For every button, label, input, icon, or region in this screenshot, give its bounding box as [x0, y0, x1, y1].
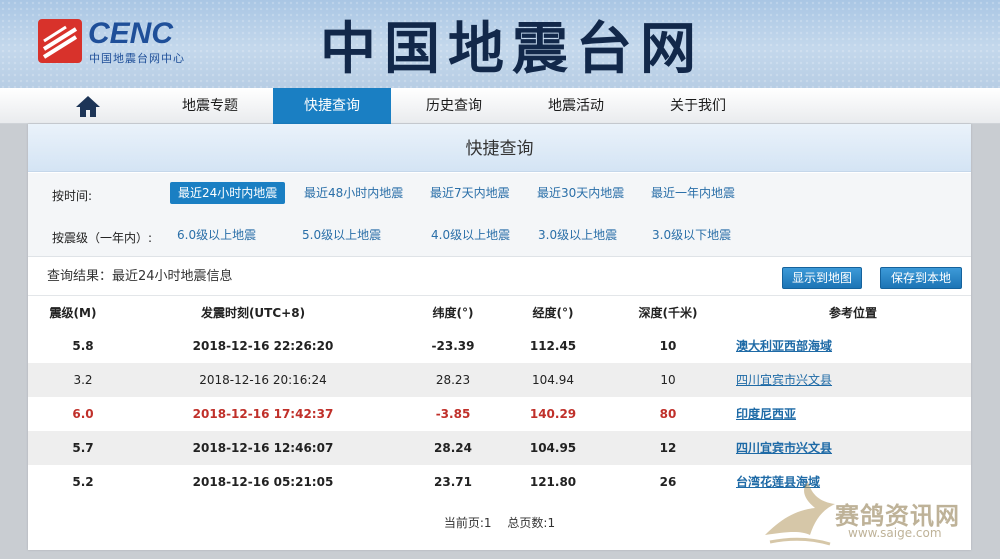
- col-header-magnitude: 震级(M): [49, 306, 97, 320]
- home-icon[interactable]: [74, 94, 102, 118]
- panel-title-bar: 快捷查询: [28, 124, 971, 172]
- cell-magnitude: 5.7: [72, 441, 94, 455]
- cell-depth: 10: [659, 339, 677, 353]
- cell-location-link[interactable]: 四川宜宾市兴文县: [736, 363, 936, 397]
- nav-item-about-us[interactable]: 关于我们: [639, 88, 757, 124]
- col-header-location: 参考位置: [828, 306, 877, 320]
- site-header: CENC 中国地震台网中心 中国地震台网: [0, 0, 1000, 88]
- col-header-depth: 深度(千米): [638, 306, 698, 320]
- cenc-logo-icon: [38, 19, 82, 63]
- pigeon-watermark-icon: [765, 482, 835, 546]
- table-row: 6.0 2018-12-16 17:42:37 -3.85 140.29 80 …: [28, 397, 971, 431]
- cell-magnitude: 3.2: [73, 373, 93, 387]
- cell-time: 2018-12-16 05:21:05: [192, 475, 334, 489]
- site-title: 中国地震台网: [320, 16, 704, 82]
- cell-latitude: 23.71: [434, 475, 472, 489]
- col-header-time: 发震时刻(UTC+8): [200, 306, 306, 320]
- cell-longitude: 112.45: [529, 339, 577, 353]
- cell-time: 2018-12-16 17:42:37: [192, 407, 334, 421]
- result-summary: 查询结果：最近24小时地震信息: [47, 269, 233, 284]
- mag-filter-3plus[interactable]: 3.0级以上地震: [538, 224, 617, 246]
- time-filter-24h[interactable]: 最近24小时内地震: [170, 182, 286, 204]
- cell-depth: 80: [659, 407, 677, 421]
- cell-latitude: -3.85: [435, 407, 471, 421]
- logo-text-en: CENC: [88, 17, 174, 50]
- main-nav: 地震专题 快捷查询 历史查询 地震活动 关于我们: [0, 88, 1000, 125]
- mag-filter-5plus[interactable]: 5.0级以上地震: [302, 224, 381, 246]
- table-row: 5.8 2018-12-16 22:26:20 -23.39 112.45 10…: [28, 329, 971, 363]
- cell-longitude: 140.29: [529, 407, 577, 421]
- cenc-logo[interactable]: CENC 中国地震台网中心: [38, 17, 208, 67]
- cell-latitude: 28.24: [434, 441, 472, 455]
- cell-depth: 26: [659, 475, 677, 489]
- cell-location-link[interactable]: 印度尼西亚: [736, 397, 936, 431]
- time-filter-1y[interactable]: 最近一年内地震: [651, 182, 735, 204]
- cell-latitude: -23.39: [431, 339, 475, 353]
- nav-item-quick-query[interactable]: 快捷查询: [273, 88, 391, 125]
- col-header-longitude: 经度(°): [532, 306, 574, 320]
- cell-depth: 10: [660, 373, 676, 387]
- col-header-latitude: 纬度(°): [432, 306, 474, 320]
- cell-longitude: 104.94: [532, 373, 574, 387]
- table-row: 3.2 2018-12-16 20:16:24 28.23 104.94 10 …: [28, 363, 971, 397]
- time-filter-7d[interactable]: 最近7天内地震: [430, 182, 510, 204]
- filter-area: 按时间: 最近24小时内地震 最近48小时内地震 最近7天内地震 最近30天内地…: [28, 173, 971, 257]
- cell-latitude: 28.23: [435, 373, 471, 387]
- watermark: 赛鸽资讯网 www.saige.com: [760, 480, 990, 550]
- cell-location-link[interactable]: 澳大利亚西部海域: [736, 329, 936, 363]
- cell-magnitude: 5.8: [72, 339, 94, 353]
- magnitude-filter-label: 按震级（一年内）:: [52, 231, 153, 245]
- time-filter-48h[interactable]: 最近48小时内地震: [304, 182, 403, 204]
- logo-text-cn: 中国地震台网中心: [89, 52, 185, 65]
- mag-filter-4plus[interactable]: 4.0级以上地震: [431, 224, 510, 246]
- table-row: 5.7 2018-12-16 12:46:07 28.24 104.95 12 …: [28, 431, 971, 465]
- cell-longitude: 121.80: [529, 475, 577, 489]
- cell-depth: 12: [659, 441, 677, 455]
- current-page: 当前页:1: [443, 516, 492, 530]
- time-filter-label: 按时间:: [52, 189, 93, 203]
- total-pages: 总页数:1: [507, 516, 556, 530]
- save-local-button[interactable]: 保存到本地: [880, 267, 962, 289]
- result-bar: 查询结果：最近24小时地震信息 显示到地图 保存到本地: [28, 258, 971, 296]
- cell-time: 2018-12-16 20:16:24: [199, 373, 327, 387]
- panel-title: 快捷查询: [465, 139, 534, 159]
- show-on-map-button[interactable]: 显示到地图: [782, 267, 862, 289]
- cell-magnitude: 5.2: [72, 475, 94, 489]
- nav-item-history-query[interactable]: 历史查询: [395, 88, 513, 124]
- nav-item-earthquake-topics[interactable]: 地震专题: [151, 88, 269, 124]
- table-header: 震级(M) 发震时刻(UTC+8) 纬度(°) 经度(°) 深度(千米) 参考位…: [28, 298, 971, 329]
- mag-filter-below-3[interactable]: 3.0级以下地震: [652, 224, 731, 246]
- nav-item-earthquake-activity[interactable]: 地震活动: [517, 88, 635, 124]
- watermark-url: www.saige.com: [848, 526, 942, 540]
- cell-magnitude: 6.0: [72, 407, 94, 421]
- cell-location-link[interactable]: 四川宜宾市兴文县: [736, 431, 936, 465]
- time-filter-30d[interactable]: 最近30天内地震: [537, 182, 624, 204]
- mag-filter-6plus[interactable]: 6.0级以上地震: [177, 224, 256, 246]
- cell-longitude: 104.95: [529, 441, 577, 455]
- cell-time: 2018-12-16 12:46:07: [192, 441, 334, 455]
- cell-time: 2018-12-16 22:26:20: [192, 339, 334, 353]
